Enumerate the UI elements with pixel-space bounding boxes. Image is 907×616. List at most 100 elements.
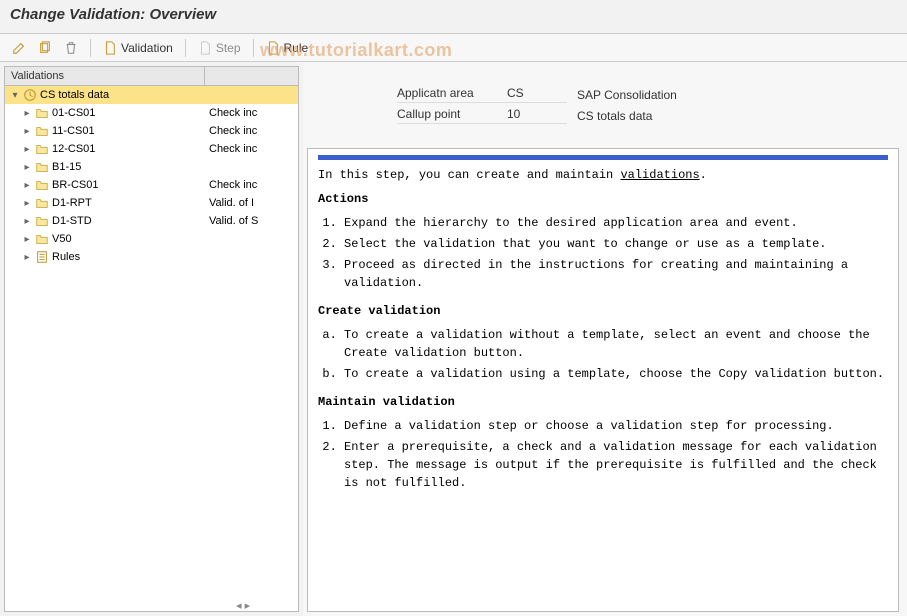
tree-item[interactable]: ▸ 12-CS01 Check inc	[5, 140, 298, 158]
tree-item-desc: Valid. of I	[205, 197, 298, 209]
tree-item-label: B1-15	[52, 161, 81, 173]
pencil-icon	[12, 41, 26, 55]
tree-item[interactable]: ▸ B1-15	[5, 158, 298, 176]
tree-item[interactable]: ▸ 01-CS01 Check inc	[5, 104, 298, 122]
main-layout: Validations ▾ CS totals data ▸ 01-CS01	[0, 62, 907, 616]
info-value: CS	[507, 86, 567, 103]
help-heading-create: Create validation	[318, 302, 888, 320]
splitter-handle[interactable]: ◂ ▸	[236, 599, 250, 612]
rule-button[interactable]: Rule	[262, 39, 313, 57]
help-create-list: To create a validation without a templat…	[344, 326, 888, 383]
tree-root-label: CS totals data	[40, 89, 109, 101]
tree-item-label: BR-CS01	[52, 179, 98, 191]
help-heading-actions: Actions	[318, 190, 888, 208]
tree-item[interactable]: ▸ D1-STD Valid. of S	[5, 212, 298, 230]
info-label: Applicatn area	[397, 86, 507, 103]
expand-icon[interactable]: ▸	[21, 215, 33, 227]
document-icon	[198, 41, 212, 55]
toolbar-separator	[253, 39, 254, 57]
info-area: Applicatn area CS SAP Consolidation Call…	[307, 66, 899, 140]
expand-icon[interactable]: ▸	[21, 161, 33, 173]
copy-button[interactable]	[34, 39, 56, 57]
rule-button-label: Rule	[284, 41, 309, 55]
help-intro: In this step, you can create and maintai…	[318, 166, 888, 184]
info-desc: SAP Consolidation	[567, 88, 677, 102]
toolbar: Validation Step Rule	[0, 34, 907, 62]
tree-item[interactable]: ▸ V50	[5, 230, 298, 248]
folder-icon	[35, 178, 49, 192]
validation-button[interactable]: Validation	[99, 39, 177, 57]
step-button[interactable]: Step	[194, 39, 245, 57]
expand-icon[interactable]: ▸	[21, 143, 33, 155]
tree-header-col1[interactable]: Validations	[5, 67, 205, 85]
help-maintain-list: Define a validation step or choose a val…	[344, 417, 888, 492]
tree-item-desc: Check inc	[205, 107, 298, 119]
page-title: Change Validation: Overview	[10, 6, 897, 23]
toolbar-separator	[90, 39, 91, 57]
validations-link[interactable]: validations	[620, 168, 699, 182]
folder-icon	[35, 232, 49, 246]
folder-icon	[35, 214, 49, 228]
expand-icon[interactable]: ▸	[21, 197, 33, 209]
info-label: Callup point	[397, 107, 507, 124]
copy-icon	[38, 41, 52, 55]
folder-icon	[35, 106, 49, 120]
list-item: Select the validation that you want to c…	[344, 235, 888, 253]
folder-icon	[35, 124, 49, 138]
tree-item-label: Rules	[52, 251, 80, 263]
tree-header-col2[interactable]	[205, 67, 298, 85]
header: Change Validation: Overview	[0, 0, 907, 34]
expand-icon[interactable]: ▸	[21, 179, 33, 191]
tree-item-rules[interactable]: ▸ Rules	[5, 248, 298, 266]
rules-icon	[35, 250, 49, 264]
delete-button[interactable]	[60, 39, 82, 57]
clock-icon	[23, 88, 37, 102]
tree-item[interactable]: ▸ BR-CS01 Check inc	[5, 176, 298, 194]
document-icon	[103, 41, 117, 55]
info-value: 10	[507, 107, 567, 124]
document-icon	[266, 41, 280, 55]
list-item: To create a validation without a templat…	[344, 326, 888, 362]
tree-item-label: 01-CS01	[52, 107, 95, 119]
help-panel[interactable]: In this step, you can create and maintai…	[307, 148, 899, 612]
trash-icon	[64, 41, 78, 55]
help-content: In this step, you can create and maintai…	[308, 149, 898, 508]
tree-item-label: D1-STD	[52, 215, 92, 227]
collapse-icon[interactable]: ▾	[9, 89, 21, 101]
list-item: Define a validation step or choose a val…	[344, 417, 888, 435]
tree-item-label: 12-CS01	[52, 143, 95, 155]
help-actions-list: Expand the hierarchy to the desired appl…	[344, 214, 888, 292]
folder-icon	[35, 196, 49, 210]
list-item: Proceed as directed in the instructions …	[344, 256, 888, 292]
info-desc: CS totals data	[567, 109, 652, 123]
tree-item-label: 11-CS01	[52, 125, 95, 137]
tree-item[interactable]: ▸ 11-CS01 Check inc	[5, 122, 298, 140]
tree-header: Validations	[5, 67, 298, 86]
edit-button[interactable]	[8, 39, 30, 57]
left-panel: Validations ▾ CS totals data ▸ 01-CS01	[4, 66, 299, 612]
list-item: To create a validation using a template,…	[344, 365, 888, 383]
toolbar-separator	[185, 39, 186, 57]
tree-item-desc: Check inc	[205, 125, 298, 137]
tree-item-label: V50	[52, 233, 72, 245]
help-heading-maintain: Maintain validation	[318, 393, 888, 411]
info-row-area: Applicatn area CS SAP Consolidation	[397, 86, 879, 103]
tree-item-desc: Check inc	[205, 179, 298, 191]
help-bluebar	[318, 155, 888, 160]
expand-icon[interactable]: ▸	[21, 251, 33, 263]
tree-item-label: D1-RPT	[52, 197, 92, 209]
expand-icon[interactable]: ▸	[21, 107, 33, 119]
tree-item[interactable]: ▸ D1-RPT Valid. of I	[5, 194, 298, 212]
folder-icon	[35, 160, 49, 174]
tree-body[interactable]: ▾ CS totals data ▸ 01-CS01 Check inc	[5, 86, 298, 611]
list-item: Enter a prerequisite, a check and a vali…	[344, 438, 888, 492]
list-item: Expand the hierarchy to the desired appl…	[344, 214, 888, 232]
expand-icon[interactable]: ▸	[21, 125, 33, 137]
expand-icon[interactable]: ▸	[21, 233, 33, 245]
tree-item-desc: Check inc	[205, 143, 298, 155]
tree-item-desc: Valid. of S	[205, 215, 298, 227]
validation-button-label: Validation	[121, 41, 173, 55]
info-row-callup: Callup point 10 CS totals data	[397, 107, 879, 124]
step-button-label: Step	[216, 41, 241, 55]
tree-root[interactable]: ▾ CS totals data	[5, 86, 298, 104]
